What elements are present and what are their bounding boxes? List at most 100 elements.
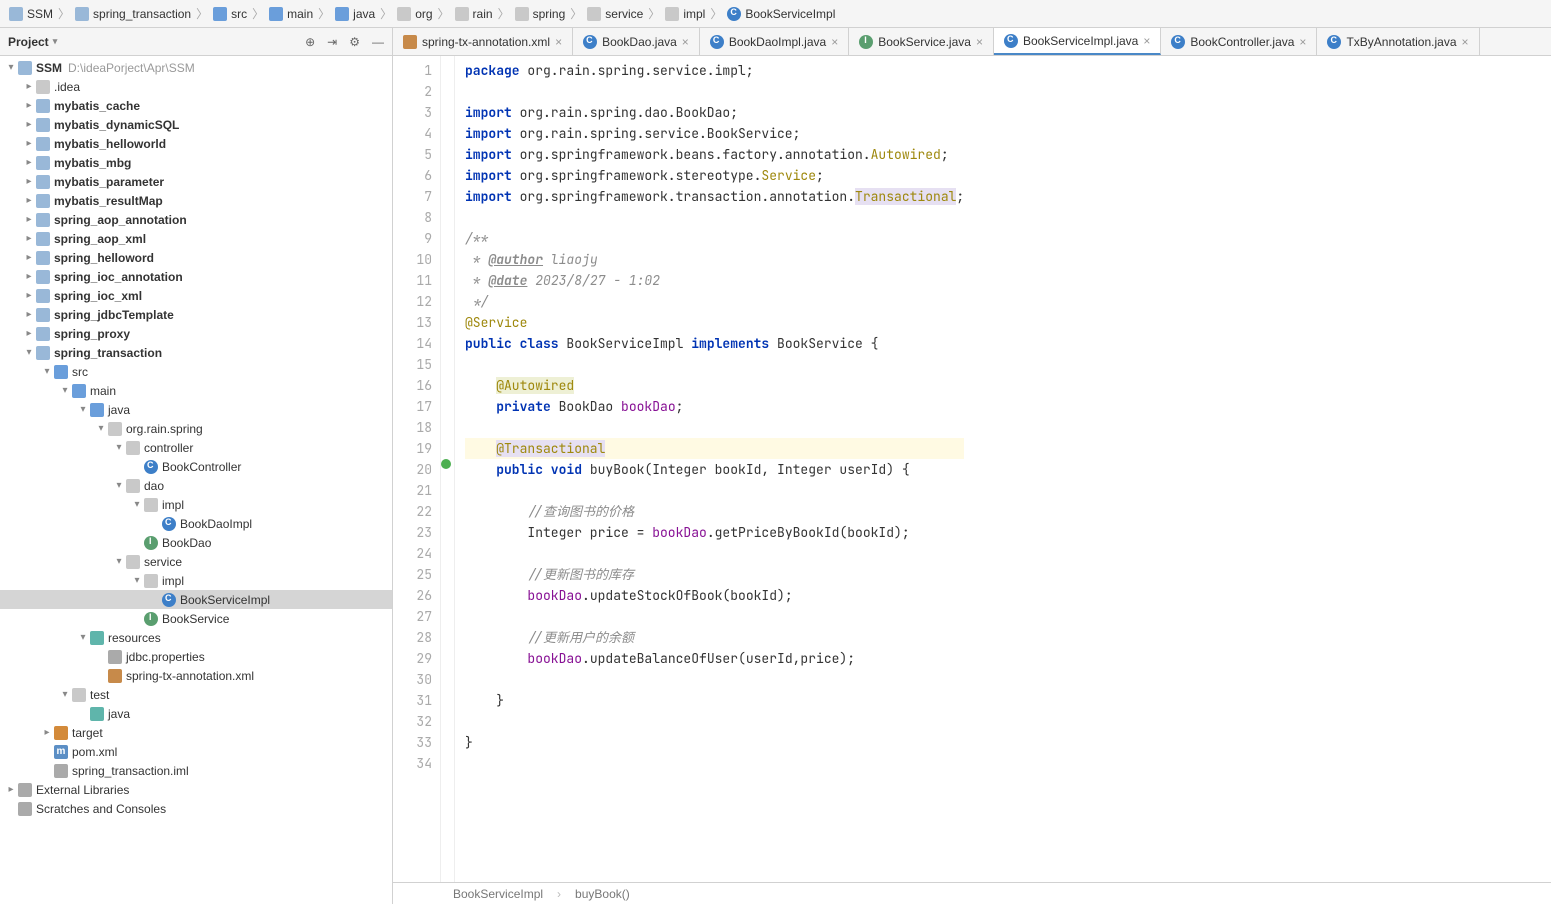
breadcrumb-item[interactable]: org bbox=[394, 7, 435, 21]
code-line[interactable]: //更新用户的余额 bbox=[465, 627, 964, 648]
collapse-icon[interactable]: ⇥ bbox=[327, 35, 337, 49]
tree-arrow-icon[interactable] bbox=[94, 423, 108, 434]
code-line[interactable] bbox=[465, 543, 964, 564]
code-line[interactable] bbox=[465, 711, 964, 732]
tree-arrow-icon[interactable] bbox=[22, 176, 36, 187]
editor-tab[interactable]: TxByAnnotation.java× bbox=[1317, 28, 1479, 55]
editor-tab[interactable]: BookDaoImpl.java× bbox=[700, 28, 849, 55]
tree-arrow-icon[interactable] bbox=[112, 442, 126, 453]
tree-arrow-icon[interactable] bbox=[22, 214, 36, 225]
tree-node[interactable]: impl bbox=[0, 495, 392, 514]
tree-node[interactable]: test bbox=[0, 685, 392, 704]
close-icon[interactable]: × bbox=[976, 35, 983, 49]
code-line[interactable]: } bbox=[465, 732, 964, 753]
tree-node[interactable]: main bbox=[0, 381, 392, 400]
tree-node[interactable]: mybatis_helloworld bbox=[0, 134, 392, 153]
tree-arrow-icon[interactable] bbox=[22, 290, 36, 301]
tree-arrow-icon[interactable] bbox=[76, 632, 90, 643]
code-line[interactable] bbox=[465, 207, 964, 228]
breadcrumb-item[interactable]: src bbox=[210, 7, 250, 21]
code-content[interactable]: package org.rain.spring.service.impl; im… bbox=[455, 56, 964, 882]
tree-node[interactable]: java bbox=[0, 400, 392, 419]
tree-arrow-icon[interactable] bbox=[4, 62, 18, 73]
tree-node[interactable]: External Libraries bbox=[0, 780, 392, 799]
hide-icon[interactable]: — bbox=[372, 35, 384, 49]
breadcrumb-item[interactable]: impl bbox=[662, 7, 708, 21]
tree-node[interactable]: spring_ioc_xml bbox=[0, 286, 392, 305]
code-line[interactable]: /** bbox=[465, 228, 964, 249]
tree-arrow-icon[interactable] bbox=[22, 347, 36, 358]
tree-node[interactable]: spring_ioc_annotation bbox=[0, 267, 392, 286]
status-method[interactable]: buyBook() bbox=[575, 887, 630, 901]
close-icon[interactable]: × bbox=[682, 35, 689, 49]
code-line[interactable]: bookDao.updateBalanceOfUser(userId,price… bbox=[465, 648, 964, 669]
editor-tab[interactable]: BookController.java× bbox=[1161, 28, 1317, 55]
tree-node[interactable]: dao bbox=[0, 476, 392, 495]
tree-node[interactable]: BookDaoImpl bbox=[0, 514, 392, 533]
breadcrumb-item[interactable]: java bbox=[332, 7, 378, 21]
tree-arrow-icon[interactable] bbox=[58, 385, 72, 396]
tree-node[interactable]: BookService bbox=[0, 609, 392, 628]
tree-node[interactable]: spring_aop_xml bbox=[0, 229, 392, 248]
tree-arrow-icon[interactable] bbox=[22, 81, 36, 92]
tree-arrow-icon[interactable] bbox=[22, 309, 36, 320]
tree-node[interactable]: target bbox=[0, 723, 392, 742]
tree-node[interactable]: Scratches and Consoles bbox=[0, 799, 392, 818]
code-line[interactable]: //查询图书的价格 bbox=[465, 501, 964, 522]
tree-arrow-icon[interactable] bbox=[22, 195, 36, 206]
tree-node[interactable]: mybatis_dynamicSQL bbox=[0, 115, 392, 134]
code-line[interactable]: import org.springframework.stereotype.Se… bbox=[465, 165, 964, 186]
tree-arrow-icon[interactable] bbox=[112, 480, 126, 491]
tree-arrow-icon[interactable] bbox=[22, 233, 36, 244]
breadcrumb-item[interactable]: BookServiceImpl bbox=[724, 7, 838, 21]
tree-node[interactable]: impl bbox=[0, 571, 392, 590]
close-icon[interactable]: × bbox=[555, 35, 562, 49]
breadcrumb-item[interactable]: spring_transaction bbox=[72, 7, 194, 21]
breadcrumb-item[interactable]: SSM bbox=[6, 7, 56, 21]
settings-icon[interactable]: ⚙ bbox=[349, 35, 360, 49]
tree-node[interactable]: jdbc.properties bbox=[0, 647, 392, 666]
locate-icon[interactable]: ⊕ bbox=[305, 35, 315, 49]
tree-node[interactable]: pom.xml bbox=[0, 742, 392, 761]
close-icon[interactable]: × bbox=[1462, 35, 1469, 49]
tree-node[interactable]: src bbox=[0, 362, 392, 381]
tree-node[interactable]: BookDao bbox=[0, 533, 392, 552]
close-icon[interactable]: × bbox=[831, 35, 838, 49]
tree-node[interactable]: spring_aop_annotation bbox=[0, 210, 392, 229]
breadcrumb-item[interactable]: service bbox=[584, 7, 646, 21]
tree-arrow-icon[interactable] bbox=[4, 784, 18, 795]
tree-arrow-icon[interactable] bbox=[22, 100, 36, 111]
tree-arrow-icon[interactable] bbox=[58, 689, 72, 700]
tree-node[interactable]: .idea bbox=[0, 77, 392, 96]
tree-arrow-icon[interactable] bbox=[22, 271, 36, 282]
tree-arrow-icon[interactable] bbox=[76, 404, 90, 415]
code-line[interactable]: Integer price = bookDao.getPriceByBookId… bbox=[465, 522, 964, 543]
tree-arrow-icon[interactable] bbox=[22, 328, 36, 339]
tree-arrow-icon[interactable] bbox=[40, 727, 54, 738]
code-line[interactable]: public class BookServiceImpl implements … bbox=[465, 333, 964, 354]
tree-node[interactable]: BookServiceImpl bbox=[0, 590, 392, 609]
code-line[interactable] bbox=[465, 81, 964, 102]
tree-node[interactable]: BookController bbox=[0, 457, 392, 476]
tree-node[interactable]: spring_helloword bbox=[0, 248, 392, 267]
code-line[interactable] bbox=[465, 669, 964, 690]
breadcrumb-item[interactable]: main bbox=[266, 7, 316, 21]
tree-node[interactable]: SSMD:\ideaPorject\Apr\SSM bbox=[0, 58, 392, 77]
tree-node[interactable]: spring_proxy bbox=[0, 324, 392, 343]
code-line[interactable] bbox=[465, 753, 964, 774]
code-line[interactable] bbox=[465, 354, 964, 375]
code-line[interactable]: import org.rain.spring.service.BookServi… bbox=[465, 123, 964, 144]
code-line[interactable]: import org.rain.spring.dao.BookDao; bbox=[465, 102, 964, 123]
editor-tab[interactable]: spring-tx-annotation.xml× bbox=[393, 28, 573, 55]
tree-arrow-icon[interactable] bbox=[130, 499, 144, 510]
tree-node[interactable]: mybatis_cache bbox=[0, 96, 392, 115]
code-line[interactable]: * @author liaojy bbox=[465, 249, 964, 270]
tree-node[interactable]: spring-tx-annotation.xml bbox=[0, 666, 392, 685]
project-tree[interactable]: SSMD:\ideaPorject\Apr\SSM.ideamybatis_ca… bbox=[0, 56, 392, 904]
tree-node[interactable]: resources bbox=[0, 628, 392, 647]
tree-arrow-icon[interactable] bbox=[22, 138, 36, 149]
tree-node[interactable]: controller bbox=[0, 438, 392, 457]
code-line[interactable]: import org.springframework.beans.factory… bbox=[465, 144, 964, 165]
code-line[interactable]: @Transactional bbox=[465, 438, 964, 459]
close-icon[interactable]: × bbox=[1143, 34, 1150, 48]
